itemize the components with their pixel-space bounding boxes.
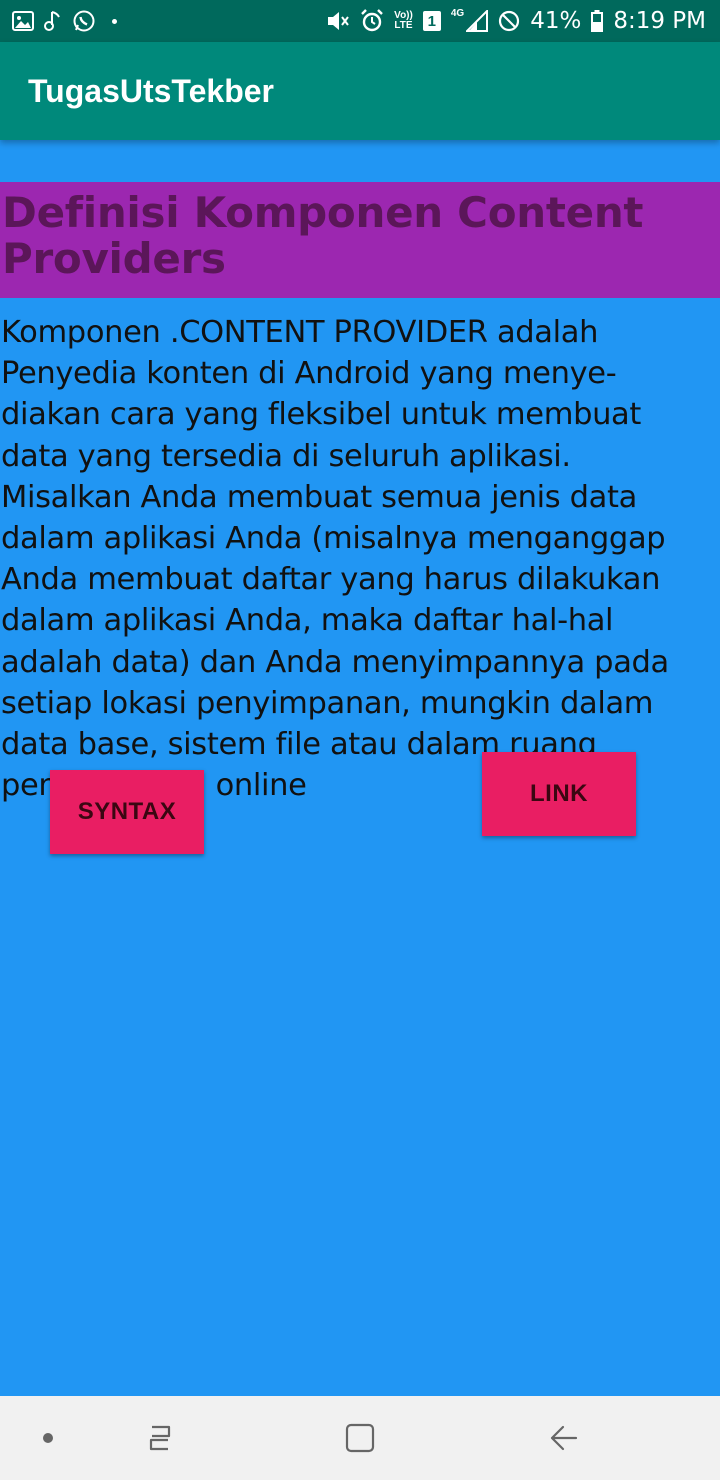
status-bar: Vo)) LTE 1 4G 41% 8:19 PM: [0, 0, 720, 42]
recent-apps-icon[interactable]: [140, 1418, 180, 1458]
text-line: Misalkan Anda membuat semua jenis data: [1, 479, 637, 515]
text-line: dalam aplikasi Anda, maka daftar hal-hal: [1, 603, 614, 639]
status-left-icons: [12, 9, 117, 33]
text-line: Komponen .CONTENT PROVIDER adalah: [1, 315, 599, 350]
text-line: Penyedia konten di Android yang menye-: [1, 356, 617, 392]
sim-label: 1: [427, 12, 437, 30]
sim-icon: 1: [422, 11, 441, 31]
syntax-button[interactable]: SYNTAX: [50, 770, 204, 854]
network-type-label: 4G: [450, 8, 465, 19]
text-line: adalah data) dan Anda menyimpannya pada: [1, 644, 669, 680]
app-bar: TugasUtsTekber: [0, 42, 720, 140]
volte-bottom-label: LTE: [394, 20, 413, 31]
app-title: TugasUtsTekber: [28, 72, 274, 109]
status-right-icons: Vo)) LTE 1 4G 41% 8:19 PM: [326, 9, 706, 33]
navigation-bar: [0, 1396, 720, 1480]
text-line: setiap lokasi penyimpanan, mungkin dalam: [1, 685, 654, 721]
text-line: diakan cara yang fleksibel untuk membuat: [1, 397, 642, 433]
heading-box: Definisi Komponen Content Providers: [0, 182, 720, 298]
content-area: Definisi Komponen Content Providers Komp…: [0, 140, 720, 1396]
alarm-icon: [360, 9, 384, 33]
page-heading: Definisi Komponen Content Providers: [2, 188, 644, 283]
whatsapp-icon: [72, 9, 96, 33]
link-button[interactable]: LINK: [482, 752, 636, 836]
home-icon[interactable]: [340, 1418, 380, 1458]
music-note-icon: [44, 9, 62, 33]
dot-icon[interactable]: [38, 1418, 58, 1458]
battery-icon: [591, 9, 604, 33]
battery-percent: 41%: [530, 8, 582, 34]
clock: 8:19 PM: [613, 8, 706, 34]
text-line: dalam aplikasi Anda (misalnya menganggap: [1, 521, 666, 557]
signal-icon: 4G: [450, 8, 489, 33]
back-icon[interactable]: [543, 1418, 583, 1458]
text-line: Anda membuat daftar yang harus dilakukan: [1, 562, 661, 598]
volte-icon: Vo)) LTE: [394, 9, 413, 33]
description-text: Komponen .CONTENT PROVIDER adalah Penyed…: [1, 312, 719, 806]
notification-dot: [112, 18, 117, 24]
gallery-icon: [12, 9, 34, 33]
mute-icon: [326, 9, 350, 33]
dnd-icon: [498, 9, 520, 33]
text-line: data yang tersedia di seluruh aplikasi.: [1, 438, 571, 474]
